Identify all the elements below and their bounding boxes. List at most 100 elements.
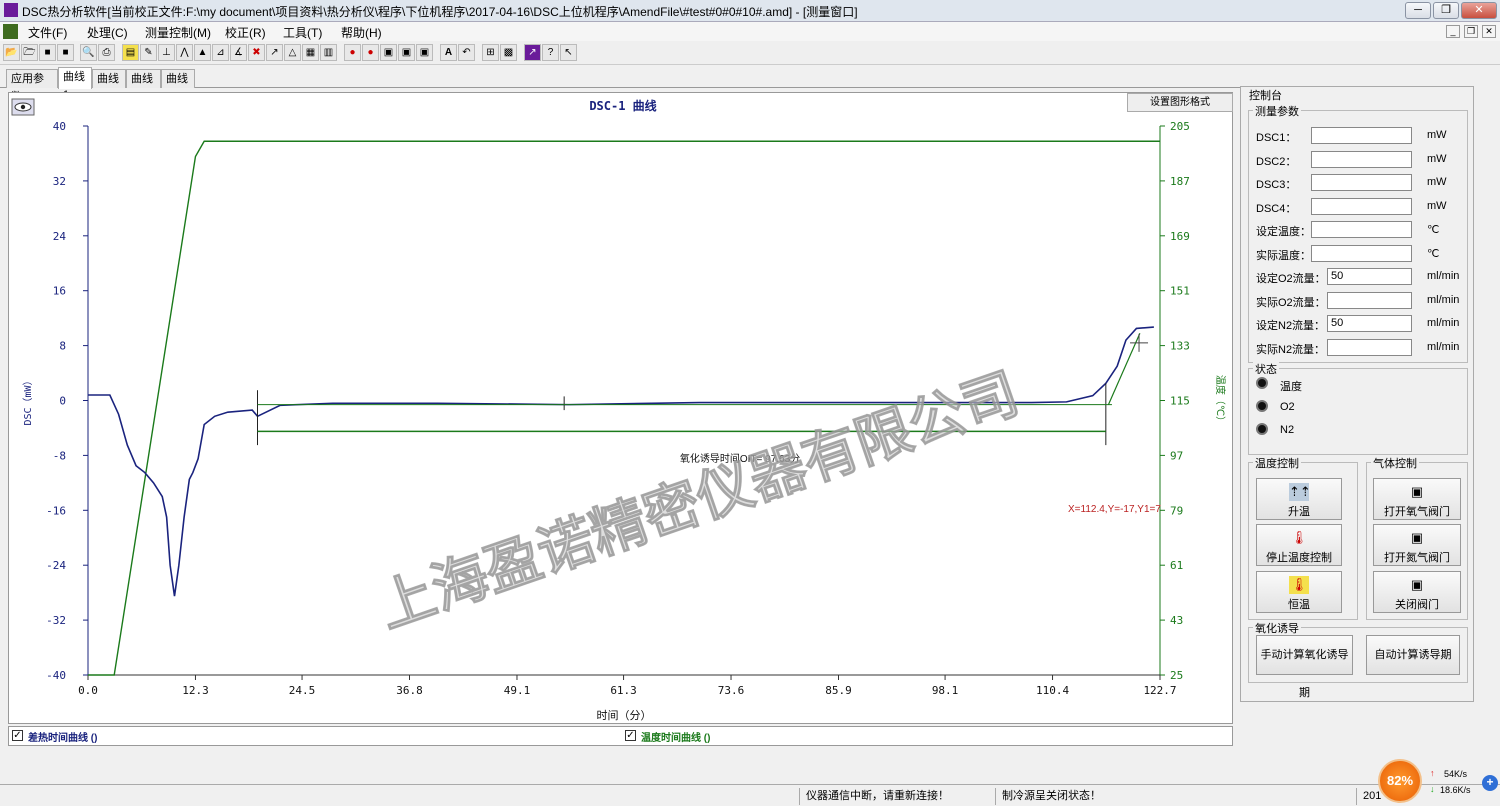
param-input[interactable] — [1311, 174, 1412, 191]
open-icon[interactable]: 📂 — [3, 44, 20, 61]
area-icon[interactable]: ▲ — [194, 44, 211, 61]
menu-file[interactable]: 文件(F) — [28, 24, 67, 41]
param-input[interactable] — [1311, 221, 1412, 238]
print-icon[interactable]: ⎙ — [98, 44, 115, 61]
menu-measure-control[interactable]: 测量控制(M) — [145, 24, 211, 41]
manual-oit-button[interactable]: 手动计算氧化诱导期 — [1256, 635, 1353, 699]
print-preview-icon[interactable]: 🔍 — [80, 44, 97, 61]
constant-temp-icon: 🌡 — [1289, 576, 1309, 594]
y2-tick-label: 187 — [1170, 175, 1190, 188]
graph-icon[interactable]: ↗ — [524, 44, 541, 61]
format-graph-button[interactable]: 设置图形格式 — [1127, 93, 1233, 112]
dsc-chart[interactable]: DSC-1 曲线 40 32 24 16 8 0 -8 -16 -24 -32 -40 205 187 1… — [9, 93, 1234, 725]
add-widget-icon[interactable]: + — [1482, 775, 1498, 791]
window-title: DSC热分析软件[当前校正文件:F:\my document\项目资料\热分析仪… — [22, 5, 858, 19]
help-icon[interactable]: ? — [542, 44, 559, 61]
pencil-icon[interactable]: ✎ — [140, 44, 157, 61]
tangent-icon[interactable]: ⊥ — [158, 44, 175, 61]
device2-icon[interactable]: ▣ — [398, 44, 415, 61]
param-input[interactable]: 50 — [1327, 315, 1412, 332]
stop-record-icon[interactable]: ● — [362, 44, 379, 61]
slope-icon[interactable]: ↗ — [266, 44, 283, 61]
y2-tick-label: 97 — [1170, 449, 1183, 462]
valve-icon: ▣ — [1410, 577, 1424, 592]
y-tick-label: 24 — [53, 230, 67, 243]
param-input[interactable] — [1311, 127, 1412, 144]
tab-app-params[interactable]: 应用参数 — [6, 69, 58, 103]
status-n2-indicator — [1256, 423, 1268, 435]
eye-icon-pupil — [20, 104, 26, 110]
menu-tools[interactable]: 工具(T) — [283, 24, 322, 41]
download-arrow-icon: ↓ — [1430, 784, 1435, 794]
curve-tool-icon[interactable]: ▤ — [122, 44, 139, 61]
param-label: 设定O2流量： — [1256, 273, 1326, 285]
gas-control-title: 气体控制 — [1371, 455, 1419, 471]
status-temp-indicator — [1256, 377, 1268, 389]
tab-curve3[interactable]: 曲线3 — [126, 69, 161, 103]
temp-control-title: 温度控制 — [1253, 455, 1301, 471]
minimize-button[interactable]: ─ — [1405, 2, 1431, 19]
param-input[interactable]: 50 — [1327, 268, 1412, 285]
constant-temp-button[interactable]: 🌡 恒温 — [1256, 571, 1342, 613]
peak-icon[interactable]: ⋀ — [176, 44, 193, 61]
close-valve-button[interactable]: ▣ 关闭阀门 — [1373, 571, 1461, 613]
marker-icon[interactable]: ✖ — [248, 44, 265, 61]
triangle-icon[interactable]: △ — [284, 44, 301, 61]
x-tick-label: 24.5 — [289, 684, 316, 697]
param-input[interactable] — [1327, 338, 1412, 356]
close-button[interactable]: ✕ — [1461, 2, 1497, 19]
open-n2-valve-button[interactable]: ▣ 打开氮气阀门 — [1373, 524, 1461, 566]
constant-temp-label: 恒温 — [1288, 599, 1310, 611]
compare-icon[interactable]: ▩ — [500, 44, 517, 61]
auto-oit-button[interactable]: 自动计算诱导期 — [1366, 635, 1460, 675]
stop-temp-button[interactable]: 🌡 停止温度控制 — [1256, 524, 1342, 566]
param-input[interactable] — [1311, 197, 1412, 215]
right-legend-checkbox[interactable]: ✓ — [625, 730, 636, 741]
open-o2-valve-button[interactable]: ▣ 打开氧气阀门 — [1373, 478, 1461, 520]
y-tick-label: 0 — [59, 395, 66, 408]
param-label: DSC1： — [1256, 132, 1297, 144]
save-icon[interactable]: ■ — [39, 44, 56, 61]
x-tick-label: 85.9 — [825, 684, 852, 697]
param-input[interactable] — [1311, 244, 1412, 262]
upload-arrow-icon: ↑ — [1430, 768, 1435, 778]
tab-curve1[interactable]: 曲线1 — [58, 67, 92, 101]
x-tick-label: 61.3 — [610, 684, 637, 697]
device3-icon[interactable]: ▣ — [416, 44, 433, 61]
save-as-icon[interactable]: ■ — [57, 44, 74, 61]
y-tick-label: 32 — [53, 175, 66, 188]
text-tool-icon[interactable]: A — [440, 44, 457, 61]
menu-process[interactable]: 处理(C) — [87, 24, 128, 41]
left-legend-checkbox[interactable]: ✓ — [12, 730, 23, 741]
calculator-icon[interactable]: ▥ — [320, 44, 337, 61]
mdi-minimize-button[interactable]: _ — [1446, 25, 1460, 38]
menu-help[interactable]: 帮助(H) — [341, 24, 382, 41]
status-o2-label: O2 — [1280, 401, 1295, 413]
heat-up-button[interactable]: ⇡⇡ 升温 — [1256, 478, 1342, 520]
param-unit: mW — [1427, 129, 1447, 141]
mdi-restore-button[interactable]: ❐ — [1464, 25, 1478, 38]
tab-curve2[interactable]: 曲线2 — [92, 69, 126, 103]
param-input[interactable] — [1327, 291, 1412, 309]
tab-curve4[interactable]: 曲线4 — [161, 69, 195, 103]
menu-calibrate[interactable]: 校正(R) — [225, 24, 266, 41]
grid-icon[interactable]: ⊞ — [482, 44, 499, 61]
oit-group-title: 氧化诱导 — [1253, 620, 1301, 636]
param-input[interactable] — [1311, 150, 1412, 168]
start-record-icon[interactable]: ● — [344, 44, 361, 61]
maximize-button[interactable]: ❐ — [1433, 2, 1459, 19]
status-o2-indicator — [1256, 400, 1268, 412]
folder-icon[interactable]: 🗁 — [21, 44, 38, 61]
param-label: 设定温度： — [1256, 226, 1311, 238]
measure-icon[interactable]: ∡ — [230, 44, 247, 61]
param-label: DSC3： — [1256, 179, 1297, 191]
net-speed-widget[interactable]: 82% ↑ 54K/s ↓ 18.6K/s — [1376, 758, 1480, 804]
onset-icon[interactable]: ⊿ — [212, 44, 229, 61]
chart-icon[interactable]: ▦ — [302, 44, 319, 61]
undo-icon[interactable]: ↶ — [458, 44, 475, 61]
left-legend-label: 差热时间曲线 () — [28, 733, 98, 744]
device-icon[interactable]: ▣ — [380, 44, 397, 61]
control-panel: 控制台 测量参数 DSC1： mW DSC2： mW DSC3： mW DSC4： mW 设定温… — [1240, 86, 1474, 702]
mdi-close-button[interactable]: ✕ — [1482, 25, 1496, 38]
context-help-icon[interactable]: ↖ — [560, 44, 577, 61]
